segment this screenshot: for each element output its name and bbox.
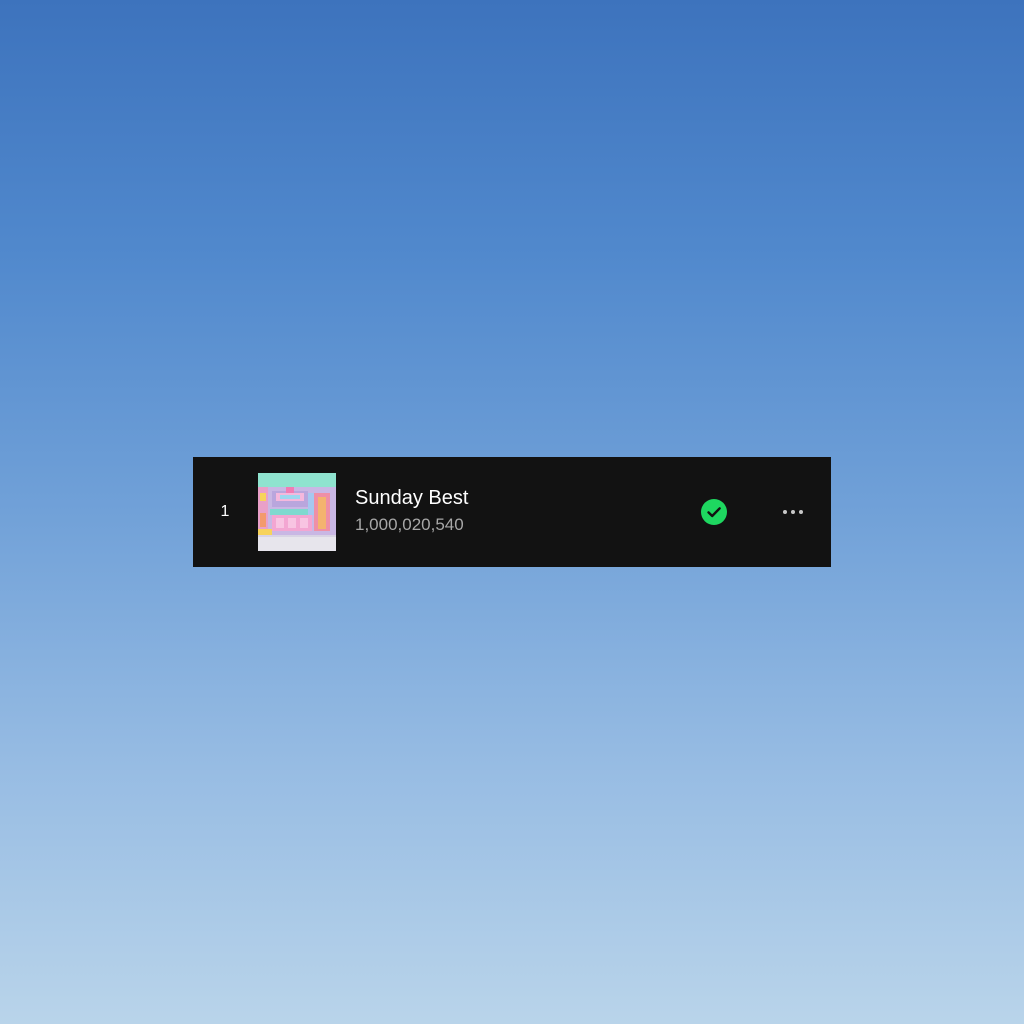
album-cover-art bbox=[258, 473, 336, 551]
more-options-dot bbox=[791, 510, 795, 514]
album-cover bbox=[258, 473, 336, 551]
track-title[interactable]: Sunday Best bbox=[355, 485, 675, 511]
track-row[interactable]: 1 Sunday Best 1,000,020,540 bbox=[193, 457, 831, 567]
play-count: 1,000,020,540 bbox=[355, 515, 464, 534]
track-number: 1 bbox=[220, 503, 230, 520]
more-options-icon bbox=[783, 510, 787, 514]
check-circle-icon[interactable] bbox=[701, 499, 727, 525]
track-info: Sunday Best 1,000,020,540 bbox=[355, 485, 675, 537]
more-options-button[interactable] bbox=[773, 497, 813, 527]
more-options-dot bbox=[799, 510, 803, 514]
